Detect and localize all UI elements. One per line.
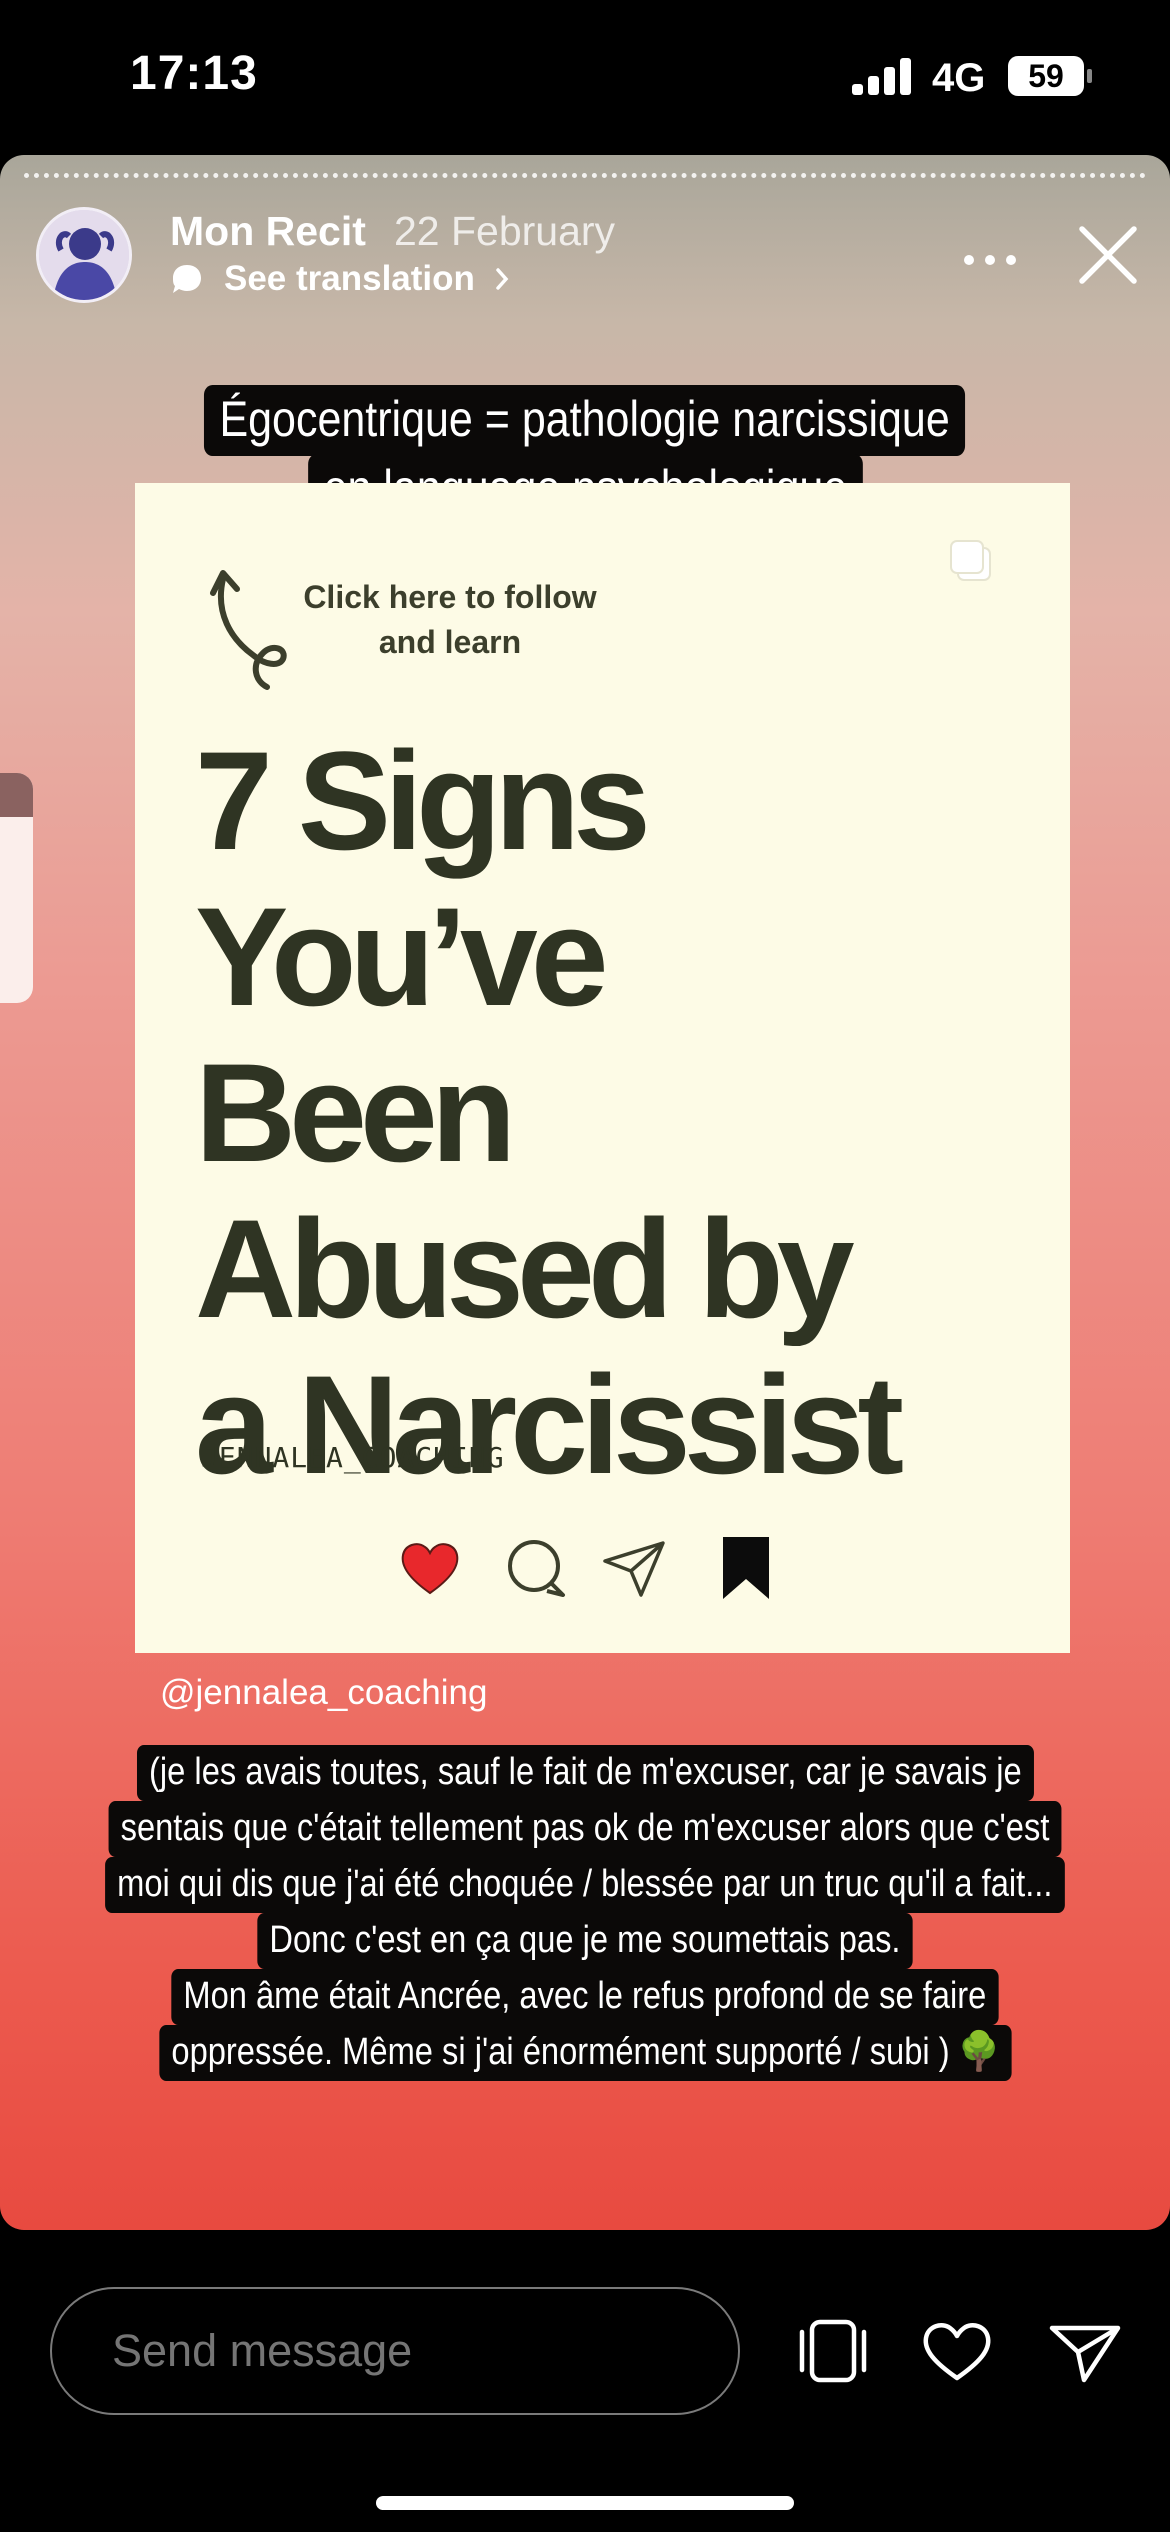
post-headline: 7 Signs You’ve Been Abused by a Narcissi… bbox=[195, 723, 1055, 1503]
click-text-line: Click here to follow bbox=[303, 579, 597, 615]
signal-strength-icon bbox=[852, 58, 911, 95]
story-view[interactable]: Mon Recit 22 February See translation Ég… bbox=[0, 155, 1170, 2230]
headline-line: 7 Signs bbox=[195, 722, 651, 879]
multiple-posts-icon bbox=[950, 540, 991, 581]
avatar[interactable] bbox=[36, 207, 132, 303]
send-icon[interactable] bbox=[1048, 2318, 1122, 2384]
shared-post-card[interactable]: Click here to follow and learn 7 Signs Y… bbox=[135, 483, 1070, 1653]
headline-line: Abused by bbox=[195, 1190, 855, 1347]
caption-bottom-line: Donc c'est en ça que je me soumettais pa… bbox=[257, 1913, 913, 1969]
caption-bottom-line: sentais que c'était tellement pas ok de … bbox=[108, 1801, 1062, 1857]
story-caption-bottom: (je les avais toutes, sauf le fait de m'… bbox=[0, 1745, 1170, 2081]
more-options-icon[interactable] bbox=[962, 253, 1018, 267]
bottom-bar bbox=[0, 2230, 1170, 2532]
close-icon[interactable] bbox=[1076, 223, 1140, 287]
story-date: 22 February bbox=[394, 208, 616, 254]
headline-line: You’ve bbox=[195, 878, 609, 1035]
side-panel-tab[interactable] bbox=[0, 773, 33, 1003]
status-time: 17:13 bbox=[130, 47, 258, 100]
chevron-right-icon bbox=[496, 268, 509, 290]
status-bar: 17:13 4G 59 bbox=[0, 0, 1170, 150]
caption-top-line: Égocentrique = pathologie narcissique bbox=[204, 385, 966, 456]
post-brand: JENNALEA_COACHING bbox=[201, 1441, 505, 1474]
caption-bottom-line: Mon âme était Ancrée, avec le refus prof… bbox=[171, 1969, 999, 2025]
heart-filled-icon bbox=[401, 1543, 459, 1595]
avatar-illustration bbox=[39, 210, 129, 300]
network-type: 4G bbox=[932, 56, 986, 100]
bookmark-icon bbox=[723, 1537, 769, 1599]
caption-bottom-line: oppressée. Même si j'ai énormément suppo… bbox=[158, 2025, 1012, 2081]
battery-icon: 59 bbox=[1008, 56, 1092, 96]
headline-line: Been bbox=[195, 1034, 516, 1191]
see-translation-link[interactable]: See translation bbox=[170, 259, 513, 299]
story-overlay-icon[interactable] bbox=[796, 2318, 870, 2384]
send-message-input[interactable] bbox=[50, 2287, 740, 2415]
story-username[interactable]: Mon Recit bbox=[170, 208, 366, 255]
click-text-line: and learn bbox=[378, 624, 522, 660]
share-icon bbox=[603, 1541, 665, 1597]
see-translation-label: See translation bbox=[224, 259, 475, 298]
click-to-follow-text: Click here to follow and learn bbox=[285, 575, 615, 665]
story-progress-bar bbox=[24, 173, 1146, 178]
comment-icon bbox=[508, 1540, 565, 1597]
caption-bottom-line: moi qui dis que j'ai été choquée / bless… bbox=[105, 1857, 1065, 1913]
heart-icon[interactable] bbox=[920, 2318, 994, 2384]
headline-line: a Narcissist bbox=[195, 1346, 904, 1503]
speech-bubble-icon bbox=[173, 265, 201, 293]
mention-tag[interactable]: @jennalea_coaching bbox=[160, 1673, 487, 1713]
caption-bottom-line: (je les avais toutes, sauf le fait de m'… bbox=[136, 1745, 1034, 1801]
home-indicator[interactable] bbox=[376, 2496, 794, 2510]
